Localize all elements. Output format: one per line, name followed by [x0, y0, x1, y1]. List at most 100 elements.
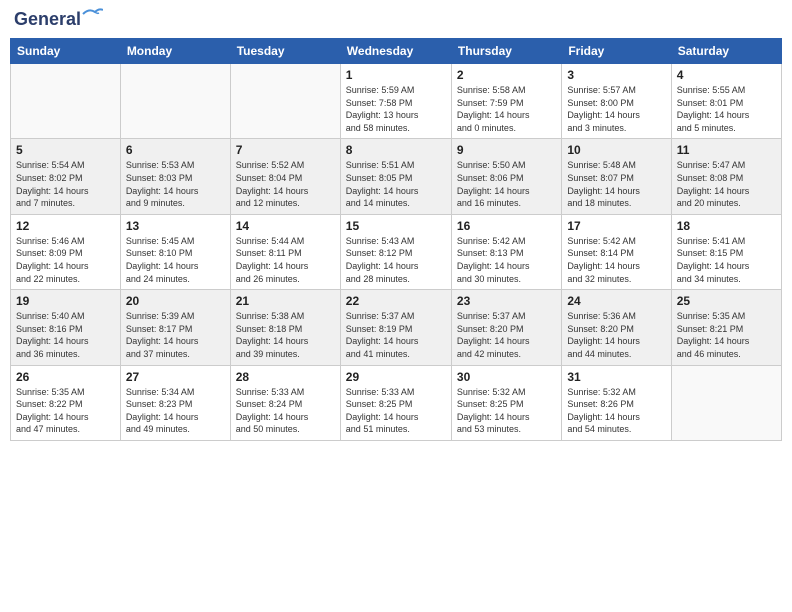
weekday-header: Friday — [562, 39, 671, 64]
calendar-cell: 27 Sunrise: 5:34 AMSunset: 8:23 PMDayligh… — [120, 365, 230, 440]
calendar-table: SundayMondayTuesdayWednesdayThursdayFrid… — [10, 38, 782, 441]
calendar-header-row: SundayMondayTuesdayWednesdayThursdayFrid… — [11, 39, 782, 64]
calendar-cell: 9 Sunrise: 5:50 AMSunset: 8:06 PMDaylight… — [451, 139, 561, 214]
day-number: 8 — [346, 143, 446, 157]
page-header: General — [10, 10, 782, 30]
cell-content: Sunrise: 5:46 AMSunset: 8:09 PMDaylight:… — [16, 235, 115, 285]
calendar-cell: 24 Sunrise: 5:36 AMSunset: 8:20 PMDayligh… — [562, 290, 671, 365]
calendar-cell: 14Sunrise: 5:44 AMSunset: 8:11 PMDayligh… — [230, 214, 340, 289]
calendar-cell: 10 Sunrise: 5:48 AMSunset: 8:07 PMDayligh… — [562, 139, 671, 214]
cell-content: Sunrise: 5:34 AMSunset: 8:23 PMDaylight:… — [126, 386, 225, 436]
calendar-cell: 21 Sunrise: 5:38 AMSunset: 8:18 PMDayligh… — [230, 290, 340, 365]
cell-content: Sunrise: 5:57 AMSunset: 8:00 PMDaylight:… — [567, 84, 665, 134]
calendar-cell: 2 Sunrise: 5:58 AMSunset: 7:59 PMDaylight… — [451, 64, 561, 139]
day-number: 9 — [457, 143, 556, 157]
calendar-week-row: 1Sunrise: 5:59 AMSunset: 7:58 PMDaylight… — [11, 64, 782, 139]
calendar-cell: 26 Sunrise: 5:35 AMSunset: 8:22 PMDayligh… — [11, 365, 121, 440]
cell-content: Sunrise: 5:32 AMSunset: 8:26 PMDaylight:… — [567, 386, 665, 436]
cell-content: Sunrise: 5:36 AMSunset: 8:20 PMDaylight:… — [567, 310, 665, 360]
logo-text: General — [14, 9, 81, 29]
calendar-cell: 17 Sunrise: 5:42 AMSunset: 8:14 PMDayligh… — [562, 214, 671, 289]
calendar-cell: 31 Sunrise: 5:32 AMSunset: 8:26 PMDayligh… — [562, 365, 671, 440]
calendar-cell — [230, 64, 340, 139]
calendar-cell: 19 Sunrise: 5:40 AMSunset: 8:16 PMDayligh… — [11, 290, 121, 365]
calendar-week-row: 5 Sunrise: 5:54 AMSunset: 8:02 PMDaylight… — [11, 139, 782, 214]
calendar-cell: 8 Sunrise: 5:51 AMSunset: 8:05 PMDaylight… — [340, 139, 451, 214]
day-number: 11 — [677, 143, 776, 157]
calendar-cell: 12Sunrise: 5:46 AMSunset: 8:09 PMDayligh… — [11, 214, 121, 289]
calendar-cell: 30Sunrise: 5:32 AMSunset: 8:25 PMDayligh… — [451, 365, 561, 440]
day-number: 13 — [126, 219, 225, 233]
cell-content: Sunrise: 5:40 AMSunset: 8:16 PMDaylight:… — [16, 310, 115, 360]
calendar-week-row: 12Sunrise: 5:46 AMSunset: 8:09 PMDayligh… — [11, 214, 782, 289]
cell-content: Sunrise: 5:32 AMSunset: 8:25 PMDaylight:… — [457, 386, 556, 436]
day-number: 10 — [567, 143, 665, 157]
calendar-cell: 7 Sunrise: 5:52 AMSunset: 8:04 PMDaylight… — [230, 139, 340, 214]
cell-content: Sunrise: 5:45 AMSunset: 8:10 PMDaylight:… — [126, 235, 225, 285]
weekday-header: Wednesday — [340, 39, 451, 64]
calendar-cell: 13 Sunrise: 5:45 AMSunset: 8:10 PMDayligh… — [120, 214, 230, 289]
cell-content: Sunrise: 5:53 AMSunset: 8:03 PMDaylight:… — [126, 159, 225, 209]
day-number: 3 — [567, 68, 665, 82]
cell-content: Sunrise: 5:51 AMSunset: 8:05 PMDaylight:… — [346, 159, 446, 209]
day-number: 26 — [16, 370, 115, 384]
cell-content: Sunrise: 5:42 AMSunset: 8:13 PMDaylight:… — [457, 235, 556, 285]
cell-content: Sunrise: 5:54 AMSunset: 8:02 PMDaylight:… — [16, 159, 115, 209]
day-number: 28 — [236, 370, 335, 384]
cell-content: Sunrise: 5:47 AMSunset: 8:08 PMDaylight:… — [677, 159, 776, 209]
cell-content: Sunrise: 5:37 AMSunset: 8:19 PMDaylight:… — [346, 310, 446, 360]
calendar-cell — [120, 64, 230, 139]
calendar-cell: 25 Sunrise: 5:35 AMSunset: 8:21 PMDayligh… — [671, 290, 781, 365]
cell-content: Sunrise: 5:35 AMSunset: 8:21 PMDaylight:… — [677, 310, 776, 360]
cell-content: Sunrise: 5:35 AMSunset: 8:22 PMDaylight:… — [16, 386, 115, 436]
cell-content: Sunrise: 5:48 AMSunset: 8:07 PMDaylight:… — [567, 159, 665, 209]
cell-content: Sunrise: 5:52 AMSunset: 8:04 PMDaylight:… — [236, 159, 335, 209]
day-number: 7 — [236, 143, 335, 157]
cell-content: Sunrise: 5:33 AMSunset: 8:25 PMDaylight:… — [346, 386, 446, 436]
day-number: 23 — [457, 294, 556, 308]
cell-content: Sunrise: 5:33 AMSunset: 8:24 PMDaylight:… — [236, 386, 335, 436]
cell-content: Sunrise: 5:58 AMSunset: 7:59 PMDaylight:… — [457, 84, 556, 134]
calendar-cell: 20Sunrise: 5:39 AMSunset: 8:17 PMDayligh… — [120, 290, 230, 365]
calendar-cell: 23 Sunrise: 5:37 AMSunset: 8:20 PMDayligh… — [451, 290, 561, 365]
cell-content: Sunrise: 5:38 AMSunset: 8:18 PMDaylight:… — [236, 310, 335, 360]
day-number: 4 — [677, 68, 776, 82]
cell-content: Sunrise: 5:37 AMSunset: 8:20 PMDaylight:… — [457, 310, 556, 360]
day-number: 16 — [457, 219, 556, 233]
cell-content: Sunrise: 5:50 AMSunset: 8:06 PMDaylight:… — [457, 159, 556, 209]
calendar-cell: 18Sunrise: 5:41 AMSunset: 8:15 PMDayligh… — [671, 214, 781, 289]
calendar-cell: 16 Sunrise: 5:42 AMSunset: 8:13 PMDayligh… — [451, 214, 561, 289]
day-number: 18 — [677, 219, 776, 233]
day-number: 31 — [567, 370, 665, 384]
cell-content: Sunrise: 5:43 AMSunset: 8:12 PMDaylight:… — [346, 235, 446, 285]
calendar-cell: 6 Sunrise: 5:53 AMSunset: 8:03 PMDaylight… — [120, 139, 230, 214]
calendar-cell: 5 Sunrise: 5:54 AMSunset: 8:02 PMDaylight… — [11, 139, 121, 214]
weekday-header: Saturday — [671, 39, 781, 64]
cell-content: Sunrise: 5:42 AMSunset: 8:14 PMDaylight:… — [567, 235, 665, 285]
weekday-header: Tuesday — [230, 39, 340, 64]
calendar-cell: 15 Sunrise: 5:43 AMSunset: 8:12 PMDayligh… — [340, 214, 451, 289]
day-number: 24 — [567, 294, 665, 308]
calendar-week-row: 19 Sunrise: 5:40 AMSunset: 8:16 PMDayligh… — [11, 290, 782, 365]
day-number: 27 — [126, 370, 225, 384]
day-number: 29 — [346, 370, 446, 384]
cell-content: Sunrise: 5:39 AMSunset: 8:17 PMDaylight:… — [126, 310, 225, 360]
calendar-cell — [671, 365, 781, 440]
cell-content: Sunrise: 5:59 AMSunset: 7:58 PMDaylight:… — [346, 84, 446, 134]
day-number: 25 — [677, 294, 776, 308]
cell-content: Sunrise: 5:44 AMSunset: 8:11 PMDaylight:… — [236, 235, 335, 285]
day-number: 15 — [346, 219, 446, 233]
calendar-cell: 3 Sunrise: 5:57 AMSunset: 8:00 PMDaylight… — [562, 64, 671, 139]
calendar-cell: 11 Sunrise: 5:47 AMSunset: 8:08 PMDayligh… — [671, 139, 781, 214]
day-number: 21 — [236, 294, 335, 308]
day-number: 6 — [126, 143, 225, 157]
calendar-cell: 22Sunrise: 5:37 AMSunset: 8:19 PMDayligh… — [340, 290, 451, 365]
weekday-header: Sunday — [11, 39, 121, 64]
day-number: 5 — [16, 143, 115, 157]
calendar-cell: 1Sunrise: 5:59 AMSunset: 7:58 PMDaylight… — [340, 64, 451, 139]
calendar-week-row: 26 Sunrise: 5:35 AMSunset: 8:22 PMDayligh… — [11, 365, 782, 440]
day-number: 19 — [16, 294, 115, 308]
day-number: 17 — [567, 219, 665, 233]
calendar-cell: 28 Sunrise: 5:33 AMSunset: 8:24 PMDayligh… — [230, 365, 340, 440]
day-number: 2 — [457, 68, 556, 82]
